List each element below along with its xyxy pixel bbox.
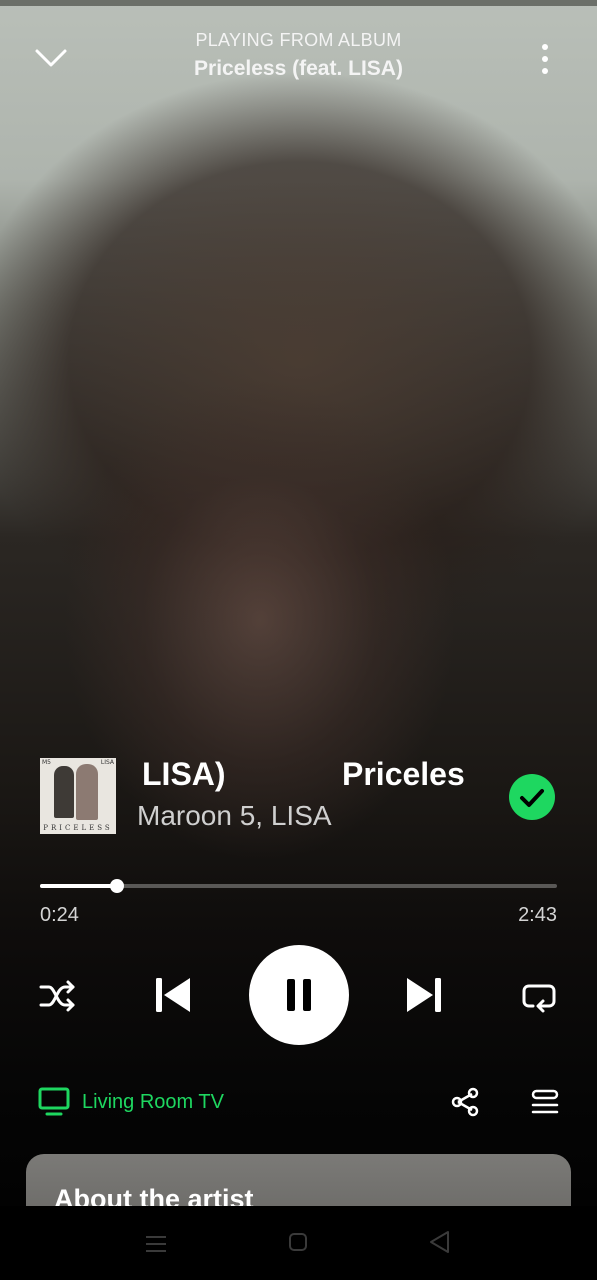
playing-context: PLAYING FROM ALBUM Priceless (feat. LISA… <box>0 30 597 81</box>
skip-previous-icon <box>156 978 190 1012</box>
repeat-button[interactable] <box>519 976 559 1016</box>
connected-device[interactable]: Living Room TV <box>38 1086 224 1118</box>
elapsed-time: 0:24 <box>40 904 79 926</box>
check-circle-icon <box>520 789 544 807</box>
album-art-thumbnail[interactable]: M5 LISA PRICELESS <box>40 758 116 834</box>
home-icon[interactable] <box>288 1232 308 1252</box>
album-art-figure-left <box>54 766 74 818</box>
album-art-corner-left: M5 <box>42 759 51 766</box>
shuffle-button[interactable] <box>38 976 78 1016</box>
progress-fill <box>40 884 118 888</box>
track-title-head: Priceles <box>342 756 465 792</box>
now-playing-screen: PLAYING FROM ALBUM Priceless (feat. LISA… <box>0 0 597 1280</box>
track-title[interactable]: LISA) Priceles <box>140 754 470 798</box>
repeat-icon <box>522 984 556 1013</box>
queue-button[interactable] <box>530 1087 560 1117</box>
track-title-tail: LISA) <box>142 756 226 792</box>
share-button[interactable] <box>450 1087 480 1117</box>
recent-apps-icon[interactable] <box>145 1234 167 1254</box>
context-label: PLAYING FROM ALBUM <box>195 30 402 50</box>
context-album-name[interactable]: Priceless (feat. LISA) <box>0 57 597 81</box>
album-art-corner-right: LISA <box>100 759 114 766</box>
previous-button[interactable] <box>152 973 194 1017</box>
progress-bar[interactable] <box>40 879 557 893</box>
skip-next-icon <box>407 978 441 1012</box>
shuffle-icon <box>39 980 75 1012</box>
tv-icon <box>38 1087 70 1116</box>
system-navigation-bar <box>0 1206 597 1280</box>
queue-icon <box>531 1089 559 1114</box>
album-art-figure-right <box>76 764 98 820</box>
progress-handle[interactable] <box>110 879 125 893</box>
album-art-caption: PRICELESS <box>43 824 113 832</box>
next-button[interactable] <box>403 973 445 1017</box>
more-vertical-icon[interactable] <box>535 42 555 76</box>
play-pause-button[interactable] <box>249 945 349 1045</box>
total-time: 2:43 <box>518 904 557 926</box>
share-icon <box>451 1087 479 1117</box>
device-name: Living Room TV <box>82 1090 224 1113</box>
status-bar-edge <box>0 0 597 6</box>
pause-icon <box>287 979 311 1011</box>
track-artists[interactable]: Maroon 5, LISA <box>137 800 332 832</box>
back-icon[interactable] <box>428 1230 450 1254</box>
liked-check-button[interactable] <box>509 774 555 820</box>
